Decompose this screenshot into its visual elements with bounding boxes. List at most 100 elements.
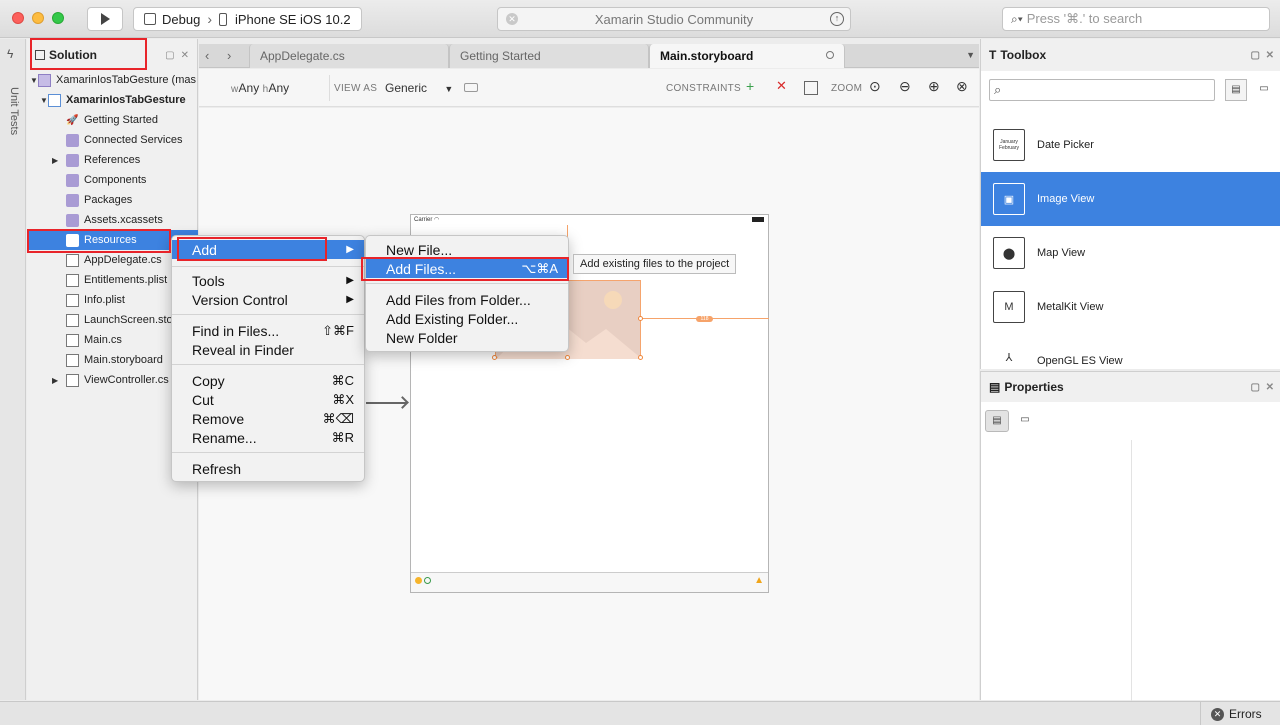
menu-item-add[interactable]: Add ▶	[172, 240, 364, 259]
unit-tests-label[interactable]: Unit Tests	[8, 87, 20, 135]
expand-arrow-icon[interactable]: ▼	[40, 96, 48, 105]
zoom-actual-icon[interactable]: ⊗	[956, 78, 968, 95]
upload-icon[interactable]: ↑	[830, 12, 844, 26]
toolbox-title: Toolbox	[1000, 48, 1047, 62]
grid-view-button[interactable]: ▭	[1253, 79, 1275, 101]
scene-dock: ▲	[411, 572, 768, 592]
size-class-selector[interactable]: wAny hAny	[231, 81, 289, 95]
zoom-fit-icon[interactable]: ⊙	[869, 78, 881, 95]
view-controller-icon[interactable]	[415, 577, 422, 584]
toolbox-pad: T Toolbox ▢ ✕ ⌕ ▤ ▭ January February Dat…	[980, 39, 1280, 369]
editor-tab-bar: ‹ › AppDelegate.cs Getting Started Main.…	[199, 44, 979, 68]
close-pad-icon[interactable]: ✕	[1266, 50, 1274, 61]
minimize-pad-icon[interactable]: ▢	[165, 50, 174, 61]
list-view-button[interactable]: ▤	[1225, 79, 1247, 101]
zoom-in-icon[interactable]: ⊕	[928, 78, 940, 95]
toolbox-item-opengl-view[interactable]: ⅄ OpenGL ES View	[981, 334, 1280, 369]
minimize-pad-icon[interactable]: ▢	[1251, 382, 1260, 393]
resize-handle[interactable]	[492, 355, 497, 360]
tab-getting-started[interactable]: Getting Started	[449, 44, 649, 68]
tree-item-references[interactable]: ▶ References	[27, 150, 198, 170]
menu-item-copy[interactable]: Copy ⌘C	[172, 371, 364, 390]
toolbox-search-input[interactable]: ⌕	[989, 79, 1215, 101]
run-button[interactable]	[87, 7, 123, 31]
remove-constraints-icon[interactable]: ✕	[776, 78, 787, 94]
tree-label: Info.plist	[84, 294, 125, 306]
zoom-out-icon[interactable]: ⊖	[899, 78, 911, 95]
tree-label: Packages	[84, 194, 133, 206]
resize-handle[interactable]	[565, 355, 570, 360]
expand-arrow-icon[interactable]: ▶	[52, 156, 66, 165]
tree-item-components[interactable]: Components	[27, 170, 198, 190]
close-pad-icon[interactable]: ✕	[1266, 382, 1274, 393]
properties-events-button[interactable]: ▭	[1013, 410, 1037, 432]
close-pad-icon[interactable]: ✕	[181, 50, 189, 61]
menu-item-refresh[interactable]: Refresh	[172, 459, 364, 478]
window-zoom-button[interactable]	[52, 12, 64, 24]
window-close-button[interactable]	[12, 12, 24, 24]
minimize-pad-icon[interactable]: ▢	[1251, 50, 1260, 61]
resize-handle[interactable]	[638, 355, 643, 360]
expand-arrow-icon[interactable]: ▼	[30, 76, 38, 85]
menu-item-rename[interactable]: Rename... ⌘R	[172, 428, 364, 447]
configuration-selector[interactable]: Debug › iPhone SE iOS 10.2	[133, 7, 362, 31]
tree-item-solution[interactable]: ▼ XamarinIosTabGesture (mas	[27, 70, 198, 90]
tooltip: Add existing files to the project	[573, 254, 737, 274]
chevron-left-icon[interactable]: ‹	[205, 48, 209, 63]
toolbox-item-date-picker[interactable]: January February Date Picker	[981, 118, 1280, 172]
wifi-icon: ◠	[434, 217, 440, 223]
tab-main-storyboard[interactable]: Main.storyboard	[649, 44, 845, 68]
toolbox-item-image-view[interactable]: ▣ Image View	[981, 172, 1280, 226]
properties-list-button[interactable]: ▤	[985, 410, 1009, 432]
menu-item-remove[interactable]: Remove ⌘⌫	[172, 409, 364, 428]
constraint-value-badge[interactable]: 118	[696, 316, 713, 322]
menu-item-find-in-files[interactable]: Find in Files... ⇧⌘F	[172, 321, 364, 340]
resize-handle[interactable]	[638, 316, 643, 321]
menu-item-tools[interactable]: Tools ▶	[172, 271, 364, 290]
menu-item-cut[interactable]: Cut ⌘X	[172, 390, 364, 409]
errors-button[interactable]: ✕ Errors	[1200, 702, 1280, 725]
date-picker-icon: January February	[993, 129, 1025, 161]
menu-item-version-control[interactable]: Version Control ▶	[172, 290, 364, 309]
expand-arrow-icon[interactable]: ▶	[52, 376, 66, 385]
menu-item-reveal-in-finder[interactable]: Reveal in Finder	[172, 340, 364, 359]
close-tab-icon[interactable]	[826, 51, 834, 59]
first-responder-icon[interactable]	[424, 577, 431, 584]
tree-label: References	[84, 154, 141, 166]
view-as-dropdown[interactable]: Generic ▼	[385, 81, 453, 95]
tree-item-getting-started[interactable]: 🚀 Getting Started	[27, 110, 198, 130]
tree-label: Resources	[84, 234, 137, 246]
tree-item-connected-services[interactable]: Connected Services	[27, 130, 198, 150]
chevron-right-icon[interactable]: ›	[227, 48, 231, 63]
device-orientation-icon[interactable]	[464, 83, 478, 92]
solution-icon	[35, 49, 45, 60]
folder-icon	[66, 153, 79, 167]
toolbox-item-map-view[interactable]: ⬤ Map View	[981, 226, 1280, 280]
window-minimize-button[interactable]	[32, 12, 44, 24]
add-constraints-icon[interactable]: +	[746, 78, 754, 94]
tab-appdelegate[interactable]: AppDelegate.cs	[249, 44, 449, 68]
submenu-arrow-icon: ▶	[346, 244, 354, 255]
menu-item-new-folder[interactable]: New Folder	[366, 328, 568, 347]
menu-item-add-files-from-folder[interactable]: Add Files from Folder...	[366, 290, 568, 309]
menu-separator	[172, 452, 364, 453]
segue-arrow	[366, 402, 406, 404]
view-as-label: VIEW AS	[334, 83, 378, 94]
toolbox-item-metalkit-view[interactable]: M MetalKit View	[981, 280, 1280, 334]
phone-icon	[218, 12, 227, 26]
update-frames-icon[interactable]	[804, 81, 818, 95]
menu-item-add-existing-folder[interactable]: Add Existing Folder...	[366, 309, 568, 328]
menu-separator	[172, 266, 364, 267]
properties-icon: ▤	[989, 380, 1001, 394]
menu-item-add-files[interactable]: Add Files... ⌥⌘A	[366, 259, 568, 278]
tab-overflow-icon[interactable]: ▼	[966, 50, 975, 60]
unit-tests-strip[interactable]: ϟ Unit Tests	[0, 39, 26, 700]
tree-item-project[interactable]: ▼ XamarinIosTabGesture	[27, 90, 198, 110]
warning-icon[interactable]: ▲	[754, 575, 764, 586]
menu-item-new-file[interactable]: New File...	[366, 240, 568, 259]
global-search-input[interactable]: ⌕▾ Press '⌘.' to search	[1002, 7, 1270, 31]
tree-item-packages[interactable]: Packages	[27, 190, 198, 210]
status-area: ✕ Xamarin Studio Community ↑	[497, 7, 851, 31]
folder-icon	[66, 193, 79, 207]
tree-item-assets[interactable]: Assets.xcassets	[27, 210, 198, 230]
